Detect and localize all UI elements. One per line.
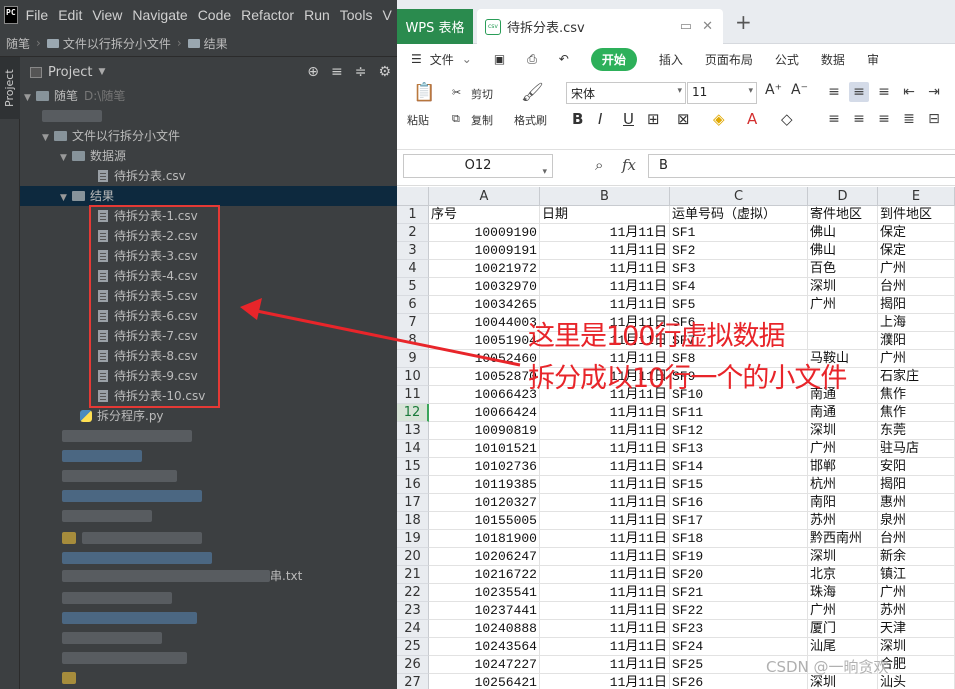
arrow-line — [251, 308, 521, 367]
annotation-arrow — [240, 298, 521, 367]
annotation-line-2: 拆分成以10行一个的小文件 — [528, 363, 847, 394]
watermark: CSDN @一晌贪欢 — [766, 658, 889, 676]
annotation-line-1: 这里是100行虚拟数据 — [528, 321, 786, 352]
arrow-head-icon — [240, 298, 262, 320]
